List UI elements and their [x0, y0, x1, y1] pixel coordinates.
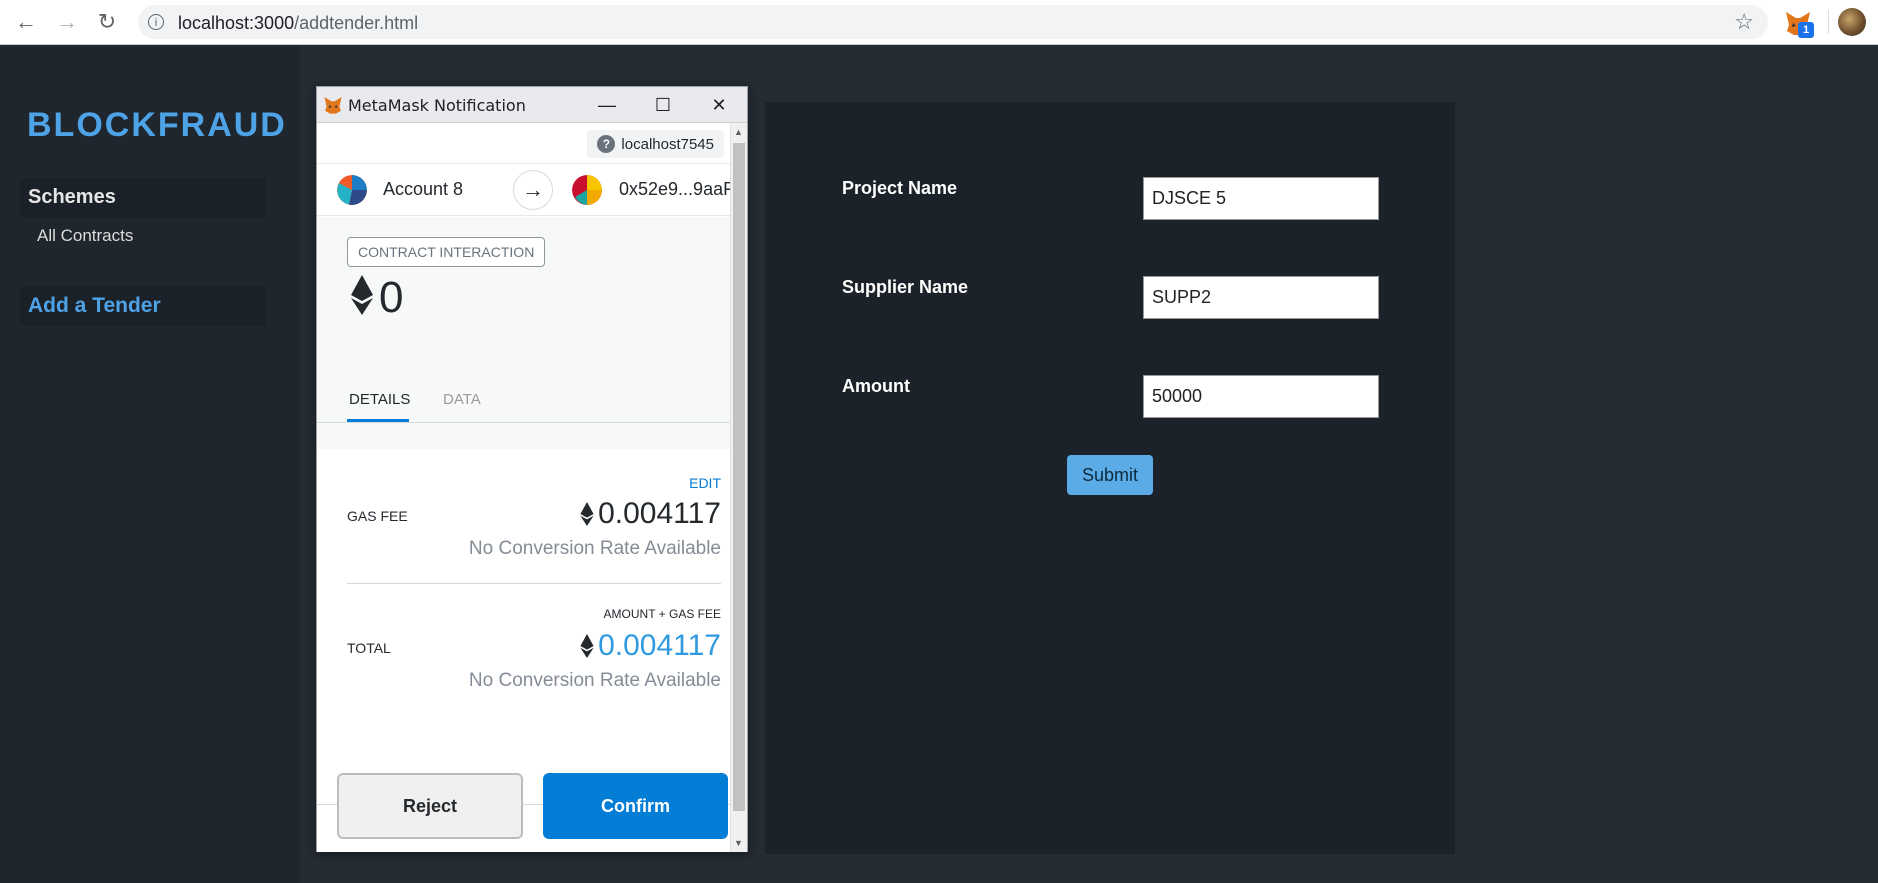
to-account-identicon	[572, 175, 602, 205]
confirm-transaction-page: ? localhost7545 Account 8 → 0x52e9...9aa…	[317, 123, 730, 852]
project-name-input[interactable]	[1143, 177, 1379, 220]
brand-logo[interactable]: BLOCKFRAUD	[27, 106, 287, 145]
scrollbar-thumb[interactable]	[733, 143, 745, 811]
forward-icon[interactable]: →	[53, 8, 81, 36]
confirm-button[interactable]: Confirm	[543, 773, 728, 839]
supplier-name-input[interactable]	[1143, 276, 1379, 319]
sidebar-heading-schemes[interactable]: Schemes	[20, 178, 266, 218]
total-section: AMOUNT + GAS FEE TOTAL 0.004117 No Conve…	[347, 607, 721, 691]
ethereum-icon	[351, 275, 373, 315]
tab-details[interactable]: DETAILS	[349, 391, 410, 408]
gas-fee-conversion: No Conversion Rate Available	[468, 538, 721, 559]
arrow-right-icon: →	[513, 170, 553, 210]
divider	[347, 583, 721, 584]
site-info-icon[interactable]: i	[148, 14, 164, 30]
app-sidebar: BLOCKFRAUD Schemes All Contracts Add a T…	[0, 46, 300, 883]
url-text[interactable]: localhost:3000/addtender.html	[178, 13, 418, 34]
tab-data[interactable]: DATA	[443, 391, 481, 408]
vertical-scrollbar[interactable]: ▲ ▼	[730, 123, 747, 852]
transaction-summary: CONTRACT INTERACTION 0 DETAILS DATA	[317, 217, 730, 449]
browser-toolbar: ← → ↻ i localhost:3000/addtender.html ☆ …	[0, 0, 1878, 45]
amount-plus-gas-label: AMOUNT + GAS FEE	[603, 607, 721, 621]
reject-button[interactable]: Reject	[337, 773, 523, 839]
metamask-fox-icon	[324, 97, 342, 114]
gas-fee-label: GAS FEE	[347, 508, 408, 524]
url-host: localhost:3000	[178, 13, 295, 33]
question-icon: ?	[597, 135, 616, 153]
sidebar-item-add-tender[interactable]: Add a Tender	[20, 286, 266, 326]
minimize-icon[interactable]: —	[579, 89, 635, 121]
address-bar[interactable]: i localhost:3000/addtender.html ☆	[138, 5, 1768, 39]
scroll-up-icon[interactable]: ▲	[734, 127, 743, 137]
origin-pill: ? localhost7545	[587, 130, 724, 158]
amount-input[interactable]	[1143, 375, 1379, 418]
gas-fee-value-row: 0.004117	[580, 497, 721, 531]
window-titlebar: MetaMask Notification — ☐ ✕	[317, 87, 747, 123]
from-account-name: Account 8	[383, 179, 464, 199]
origin-text: localhost7545	[621, 135, 714, 153]
contract-interaction-badge: CONTRACT INTERACTION	[347, 237, 546, 267]
details-tabs: DETAILS DATA	[317, 373, 730, 423]
metamask-notification-window: MetaMask Notification — ☐ ✕ ? localhost7…	[316, 86, 748, 852]
total-value-row: 0.004117	[580, 629, 721, 663]
ethereum-icon	[580, 502, 594, 526]
back-icon[interactable]: ←	[12, 8, 40, 36]
amount-label: Amount	[842, 376, 910, 396]
sidebar-item-all-contracts[interactable]: All Contracts	[37, 226, 133, 246]
tender-form-card: Project Name Supplier Name Amount Submit	[765, 102, 1455, 854]
reload-icon[interactable]: ↻	[93, 8, 121, 36]
total-value: 0.004117	[598, 629, 721, 662]
active-tab-indicator	[347, 419, 409, 422]
project-name-label: Project Name	[842, 178, 958, 198]
scroll-down-icon[interactable]: ▼	[734, 838, 743, 848]
toolbar-divider	[1828, 10, 1829, 34]
profile-avatar[interactable]	[1838, 8, 1866, 36]
ethereum-icon	[580, 634, 594, 658]
to-address: 0x52e9...9aaF	[619, 179, 730, 199]
supplier-name-label: Supplier Name	[842, 277, 969, 297]
transaction-amount: 0	[379, 273, 404, 322]
maximize-icon[interactable]: ☐	[635, 89, 691, 121]
from-account-identicon	[337, 175, 367, 205]
gas-fee-value: 0.004117	[598, 497, 721, 530]
bookmark-star-icon[interactable]: ☆	[1734, 9, 1754, 35]
close-icon[interactable]: ✕	[691, 89, 747, 121]
edit-gas-link[interactable]: EDIT	[689, 475, 721, 491]
gas-fee-section: EDIT GAS FEE 0.004117 No Conversion Rate…	[347, 475, 721, 559]
total-label: TOTAL	[347, 640, 391, 656]
submit-button[interactable]: Submit	[1067, 455, 1153, 495]
total-conversion: No Conversion Rate Available	[468, 670, 721, 691]
window-title: MetaMask Notification	[348, 96, 526, 115]
extension-badge: 1	[1798, 22, 1814, 38]
sender-recipient-row: Account 8 → 0x52e9...9aaF	[317, 163, 730, 216]
url-path: /addtender.html	[294, 13, 419, 33]
